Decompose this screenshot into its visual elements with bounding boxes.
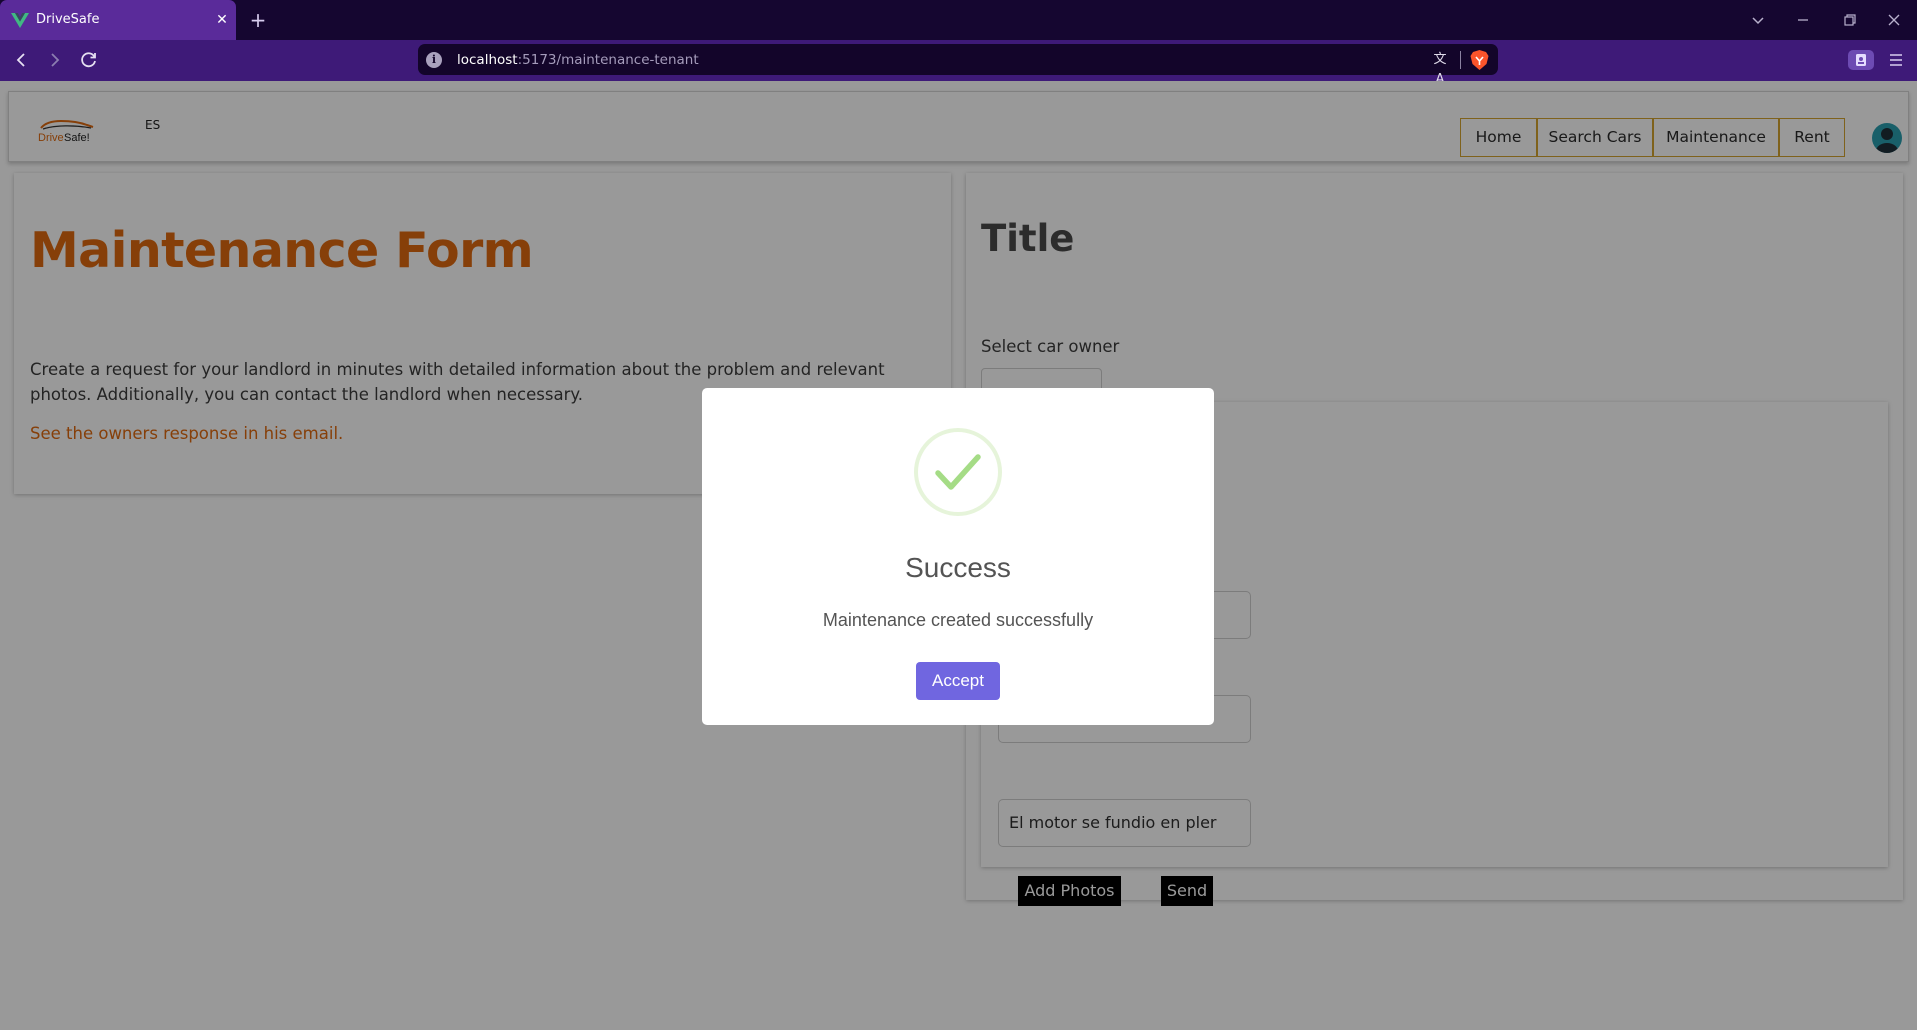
wallet-icon[interactable] bbox=[1848, 50, 1874, 70]
success-dialog: Success Maintenance created successfully… bbox=[702, 388, 1214, 725]
tab-search-chevron-icon[interactable] bbox=[1746, 8, 1770, 32]
vue-logo-icon bbox=[11, 13, 29, 28]
address-bar-divider bbox=[1460, 51, 1461, 69]
close-tab-icon[interactable]: ✕ bbox=[212, 10, 232, 30]
brave-shields-icon[interactable] bbox=[1469, 49, 1490, 71]
browser-tab-drivesafe[interactable]: DriveSafe ✕ bbox=[0, 0, 236, 40]
reload-icon[interactable] bbox=[77, 48, 101, 72]
dialog-title: Success bbox=[905, 552, 1011, 583]
accept-button[interactable]: Accept bbox=[916, 662, 1000, 700]
translate-icon[interactable]: 文A bbox=[1430, 50, 1450, 87]
success-check-icon bbox=[914, 428, 1002, 516]
dialog-message: Maintenance created successfully bbox=[822, 610, 1094, 630]
browser-tab-strip: DriveSafe ✕ + bbox=[0, 0, 1917, 40]
restore-icon[interactable] bbox=[1837, 8, 1861, 32]
hamburger-menu-icon[interactable] bbox=[1886, 50, 1906, 70]
site-info-icon[interactable]: i bbox=[426, 52, 442, 68]
close-window-icon[interactable] bbox=[1882, 8, 1906, 32]
browser-tab-title: DriveSafe bbox=[36, 12, 100, 27]
address-bar-url[interactable]: localhost:5173/maintenance-tenant bbox=[457, 51, 699, 69]
forward-icon[interactable] bbox=[43, 48, 67, 72]
back-icon[interactable] bbox=[9, 48, 33, 72]
minimize-icon[interactable] bbox=[1791, 8, 1815, 32]
new-tab-icon[interactable]: + bbox=[246, 8, 270, 32]
